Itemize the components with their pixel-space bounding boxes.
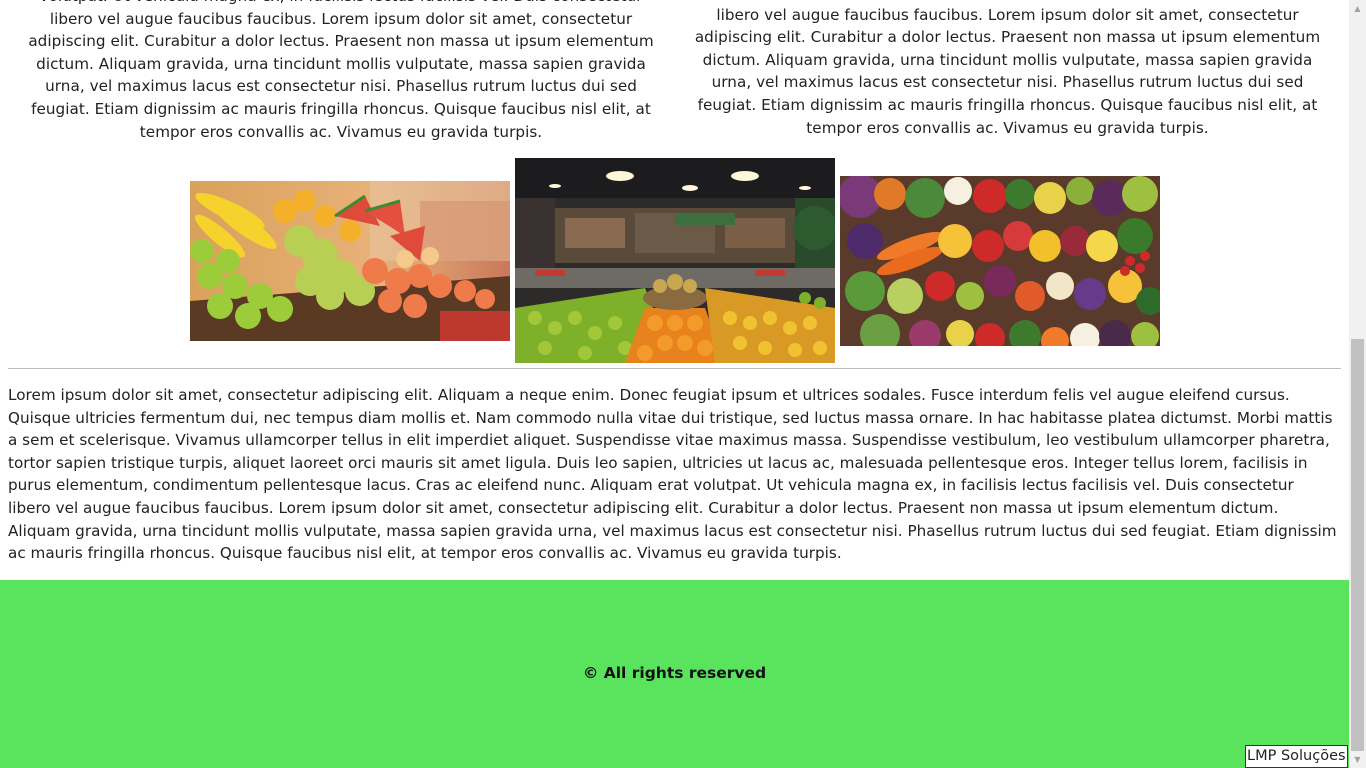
- main-paragraph: Lorem ipsum dolor sit amet, consectetur …: [8, 386, 1337, 563]
- arrow-down-icon[interactable]: ▼: [1349, 751, 1366, 768]
- copyright-text: © All rights reserved: [582, 664, 767, 682]
- left-column-text: volutpat. Ut vehicula magna ex, in facil…: [28, 0, 654, 141]
- horizontal-divider: [8, 368, 1341, 369]
- credit-link[interactable]: LMP Soluções: [1245, 745, 1348, 768]
- vegetables-image: [840, 176, 1160, 346]
- footer: © All rights reserved: [0, 580, 1349, 768]
- vertical-scrollbar[interactable]: ▲ ▼: [1349, 0, 1366, 768]
- arrow-up-icon[interactable]: ▲: [1349, 0, 1366, 17]
- page: volutpat. Ut vehicula magna ex, in facil…: [0, 0, 1349, 768]
- right-column-text: volutpat. Ut vehicula magna ex, in facil…: [694, 0, 1321, 137]
- supermarket-aisle-image: [515, 158, 835, 363]
- fruit-stand-image: [190, 181, 510, 341]
- scrollbar-thumb[interactable]: [1351, 339, 1364, 751]
